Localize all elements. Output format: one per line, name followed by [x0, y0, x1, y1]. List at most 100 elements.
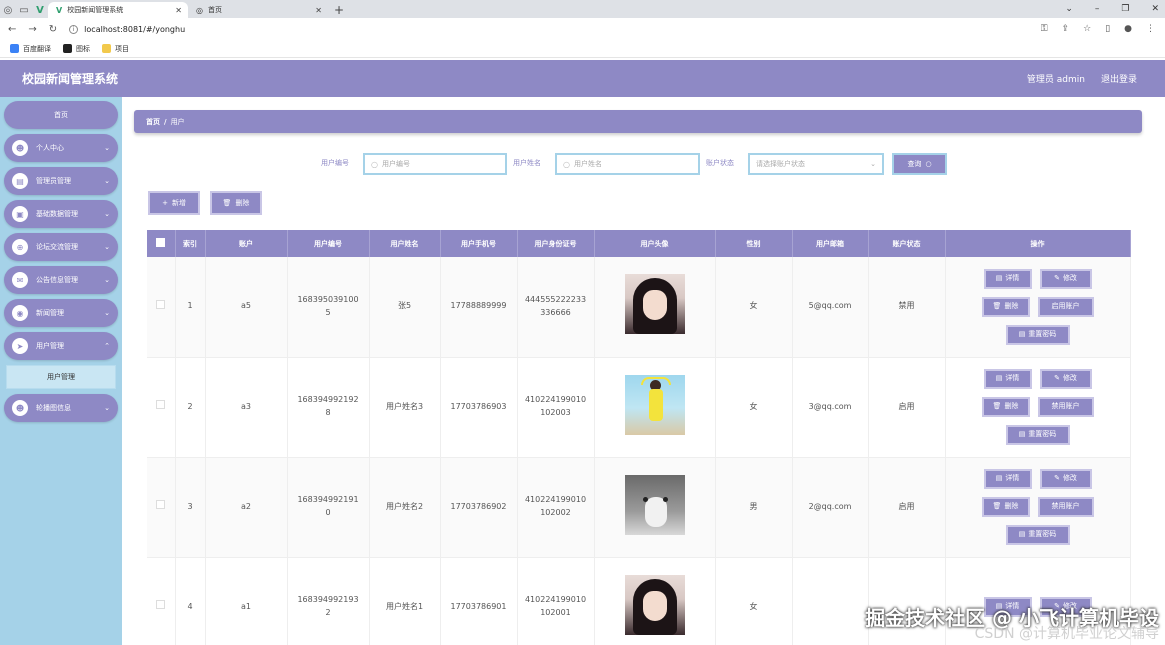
- avatar[interactable]: [624, 574, 685, 635]
- detail-button[interactable]: ▤ 详情: [983, 369, 1032, 389]
- account-status-placeholder: 请选择账户状态: [756, 160, 805, 168]
- select-all-checkbox[interactable]: [156, 238, 166, 247]
- doc-icon: ▤: [1018, 330, 1026, 339]
- close-window-icon[interactable]: ✕: [1151, 4, 1159, 14]
- detail-button[interactable]: ▤ 详情: [983, 268, 1032, 289]
- row-delete-button[interactable]: 🗑 删除: [981, 296, 1030, 317]
- minimize-icon[interactable]: –: [1095, 4, 1100, 14]
- share-icon[interactable]: ⇪: [1062, 24, 1070, 34]
- row-checkbox[interactable]: [156, 400, 166, 410]
- bookmark-item[interactable]: 百度翻译: [10, 44, 51, 54]
- reset-password-button[interactable]: ▤ 重置密码: [1005, 425, 1070, 445]
- browser-tab-inactive[interactable]: ◎ 首页 ✕: [188, 2, 328, 18]
- sidebar-item-forum[interactable]: ⊕ 论坛交流管理 ⌄: [4, 233, 118, 261]
- row-checkbox[interactable]: [156, 500, 166, 510]
- menu-icon[interactable]: ⋮: [1146, 24, 1155, 34]
- row-delete-button[interactable]: 🗑 删除: [981, 397, 1030, 417]
- sidebar-item-basedata[interactable]: ▣ 基础数据管理 ⌄: [4, 200, 118, 228]
- user-name-input[interactable]: ○ 用户姓名: [555, 153, 700, 175]
- tab-close-icon[interactable]: ✕: [315, 6, 322, 15]
- translate-icon: [10, 44, 19, 53]
- reload-icon[interactable]: ↻: [49, 24, 57, 35]
- column-header: 用户编号: [287, 230, 370, 257]
- edit-button[interactable]: ✎ 修改: [1039, 369, 1092, 389]
- browser-tab-active[interactable]: V 校园新闻管理系统 ✕: [48, 2, 188, 18]
- row-delete-button[interactable]: 🗑 删除: [981, 497, 1030, 517]
- sidebar-item-label: 公告信息管理: [36, 276, 78, 284]
- pencil-icon: ✎: [1054, 374, 1060, 383]
- avatar[interactable]: [624, 374, 685, 435]
- user-name-placeholder: 用户姓名: [573, 160, 602, 168]
- back-icon[interactable]: ←: [8, 24, 16, 35]
- star-icon[interactable]: ☆: [1083, 24, 1091, 34]
- doc-icon: ▤: [995, 374, 1003, 383]
- detail-label: 详情: [1005, 474, 1020, 483]
- trash-icon: 🗑: [222, 199, 232, 207]
- restore-icon[interactable]: ❐: [1121, 4, 1129, 14]
- bookmark-item[interactable]: 图标: [63, 44, 90, 54]
- row-checkbox[interactable]: [156, 299, 166, 309]
- cell-idcard: 410224199010102003: [517, 357, 595, 458]
- forward-icon[interactable]: →: [28, 24, 36, 35]
- chevron-down-icon: ⌄: [870, 160, 876, 168]
- reset-password-button[interactable]: ▤ 重置密码: [1005, 525, 1070, 545]
- sidebar-item-news[interactable]: ◉ 新闻管理 ⌄: [4, 299, 118, 327]
- query-button[interactable]: 查询 ○: [892, 153, 947, 175]
- cell-account: a5: [205, 257, 288, 358]
- delete-button[interactable]: 🗑 删除: [210, 191, 262, 215]
- trash-icon: 🗑: [992, 402, 1002, 411]
- avatar[interactable]: [624, 474, 685, 535]
- toggle-account-button[interactable]: 禁用账户: [1037, 497, 1094, 517]
- sidebar-item-notice[interactable]: ✉ 公告信息管理 ⌄: [4, 266, 118, 294]
- bookmark-item[interactable]: 项目: [102, 44, 129, 54]
- detail-button[interactable]: ▤ 详情: [983, 469, 1032, 489]
- add-button[interactable]: + 新增: [148, 191, 200, 215]
- account-status-select[interactable]: 请选择账户状态 ⌄: [748, 153, 884, 175]
- browser-globe-icon[interactable]: ◎: [0, 2, 16, 18]
- sidebar-subitem-user-management[interactable]: 用户管理: [6, 365, 116, 389]
- tab-close-icon[interactable]: ✕: [175, 6, 182, 15]
- chevron-down-icon: ⌄: [104, 404, 110, 412]
- sidebar-item-users[interactable]: ➤ 用户管理 ⌃: [4, 332, 118, 360]
- forum-icon: ⊕: [12, 239, 28, 255]
- column-header: 用户头像: [594, 230, 716, 257]
- cell-gender: 女: [715, 257, 793, 358]
- address-bar-actions: ⚿ ⇪ ☆ ▯ ● ⋮: [1041, 18, 1155, 40]
- new-tab-icon[interactable]: +: [334, 2, 344, 18]
- profile-icon[interactable]: ●: [1124, 24, 1132, 34]
- user-name-label: 用户姓名: [513, 159, 541, 167]
- tab-label: 校园新闻管理系统: [67, 6, 124, 14]
- cell-gender: 男: [715, 457, 793, 558]
- sidepanel-icon[interactable]: ▯: [1105, 24, 1110, 34]
- info-icon[interactable]: i: [69, 24, 79, 34]
- chevron-down-icon: ⌄: [104, 243, 110, 251]
- sidebar-item-label: 新闻管理: [36, 309, 64, 317]
- sidebar-item-admin[interactable]: ▤ 管理员管理 ⌄: [4, 167, 118, 195]
- edit-button[interactable]: ✎ 修改: [1039, 469, 1092, 489]
- breadcrumb-home[interactable]: 首页: [146, 117, 160, 127]
- browser-tab-icon[interactable]: ▭: [16, 2, 32, 18]
- key-icon[interactable]: ⚿: [1041, 24, 1048, 34]
- cell-avatar: [594, 557, 716, 645]
- sidebar-item-personal[interactable]: ☻ 个人中心 ⌄: [4, 134, 118, 162]
- url-field[interactable]: i localhost:8081/#/yonghu: [69, 24, 185, 34]
- sidebar-item-home[interactable]: 首页: [4, 101, 118, 129]
- cell-code: 1683949921910: [287, 457, 370, 558]
- sidebar-item-label: 个人中心: [36, 144, 64, 152]
- icons-icon: [63, 44, 72, 53]
- row-checkbox[interactable]: [156, 600, 166, 610]
- user-code-input[interactable]: ○ 用户编号: [363, 153, 507, 175]
- app-header: 校园新闻管理系统 管理员 admin 退出登录: [0, 60, 1165, 97]
- toggle-account-button[interactable]: 启用账户: [1037, 296, 1094, 317]
- column-header: 用户姓名: [369, 230, 441, 257]
- news-icon: ◉: [12, 305, 28, 321]
- chevron-down-icon[interactable]: ⌄: [1065, 4, 1073, 14]
- sidebar-item-carousel[interactable]: ☻ 轮播图信息 ⌄: [4, 394, 118, 422]
- vue-icon[interactable]: V: [32, 2, 48, 18]
- toggle-label: 禁用账户: [1051, 402, 1080, 411]
- edit-button[interactable]: ✎ 修改: [1039, 268, 1092, 289]
- reset-password-button[interactable]: ▤ 重置密码: [1005, 324, 1070, 345]
- logout-link[interactable]: 退出登录: [1101, 72, 1137, 85]
- avatar[interactable]: [624, 274, 685, 335]
- toggle-account-button[interactable]: 禁用账户: [1037, 397, 1094, 417]
